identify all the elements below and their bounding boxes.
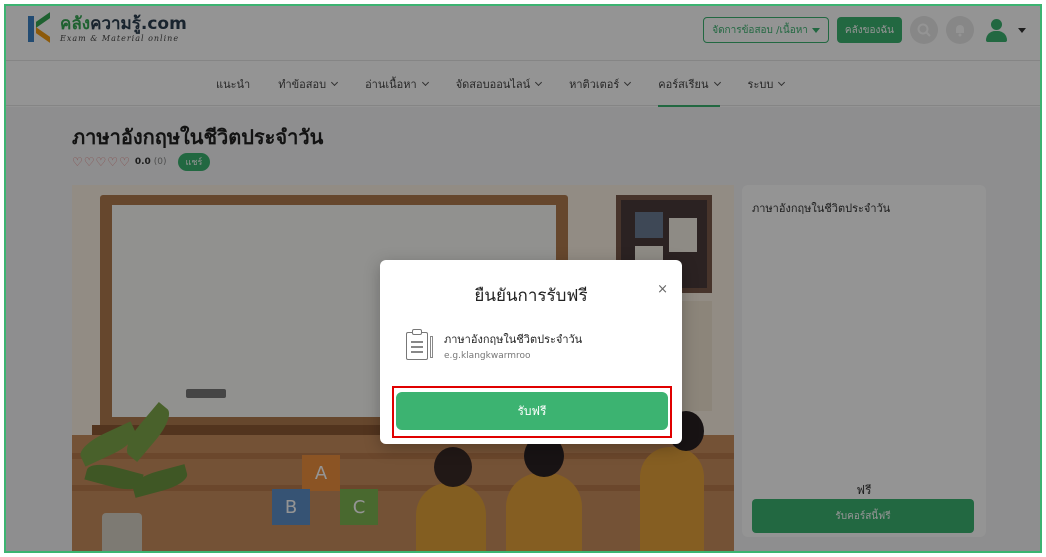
confirm-free-modal: ยืนยันการรับฟรี × ภาษาอังกฤษในชีวิตประจำ… <box>380 260 682 444</box>
modal-course-owner: e.g.klangkwarmroo <box>444 350 531 361</box>
modal-course-item: ภาษาอังกฤษในชีวิตประจำวัน e.g.klangkwarm… <box>404 328 582 362</box>
browser-page: คลังความรู้.com Exam & Material online จ… <box>4 4 1042 553</box>
close-icon[interactable]: × <box>657 282 668 297</box>
clipboard-icon <box>404 328 434 362</box>
modal-title: ยืนยันการรับฟรี <box>474 286 588 306</box>
confirm-get-free-button[interactable]: รับฟรี <box>396 392 668 430</box>
modal-course-name: ภาษาอังกฤษในชีวิตประจำวัน <box>444 332 583 346</box>
